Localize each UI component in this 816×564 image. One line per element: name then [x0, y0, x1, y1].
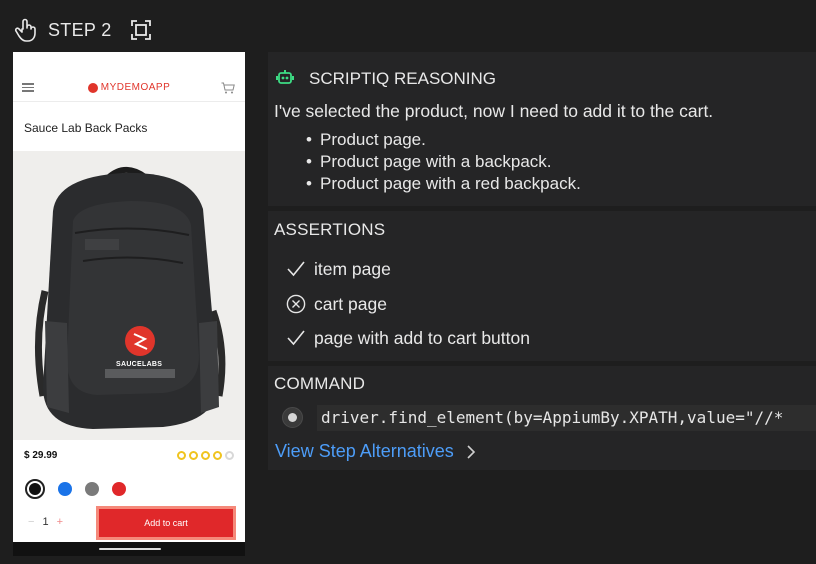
- assertion-item: cart page: [286, 292, 387, 316]
- list-item: Product page.: [306, 129, 581, 151]
- command-code: driver.find_element(by=AppiumBy.XPATH,va…: [317, 405, 816, 431]
- home-indicator[interactable]: [99, 548, 161, 550]
- chevron-right-icon[interactable]: [466, 444, 476, 459]
- product-price: $ 29.99: [24, 450, 58, 461]
- assertion-item: page with add to cart button: [286, 326, 530, 350]
- command-panel: COMMAND driver.find_element(by=AppiumBy.…: [268, 366, 816, 470]
- color-swatches: [25, 479, 126, 499]
- rating-star[interactable]: [189, 451, 198, 460]
- robot-icon: [276, 70, 294, 84]
- color-swatch[interactable]: [25, 479, 45, 499]
- assertions-panel: ASSERTIONS item page cart page page with…: [268, 211, 816, 361]
- cart-icon[interactable]: [221, 82, 235, 94]
- command-title: COMMAND: [274, 374, 366, 393]
- step-title: STEP 2: [48, 19, 112, 40]
- command-radio-button[interactable]: [282, 407, 303, 428]
- assertion-label: cart page: [314, 293, 387, 314]
- rating-star[interactable]: [213, 451, 222, 460]
- reasoning-bullets: Product page. Product page with a backpa…: [306, 129, 581, 195]
- backpack-patch-text: SAUCELABS: [116, 361, 163, 368]
- fullscreen-icon[interactable]: [130, 19, 152, 41]
- touch-hand-icon: [14, 18, 36, 42]
- step-header: STEP 2: [14, 14, 152, 46]
- rating-star[interactable]: [201, 451, 210, 460]
- reasoning-text: I've selected the product, now I need to…: [274, 101, 714, 121]
- backpack-image: [13, 151, 245, 440]
- product-title: Sauce Lab Back Packs: [24, 121, 148, 135]
- reasoning-panel: SCRIPTIQ REASONING I've selected the pro…: [268, 52, 816, 206]
- list-item: Product page with a red backpack.: [306, 173, 581, 195]
- android-nav-bar: [13, 542, 245, 556]
- quantity-minus-button[interactable]: −: [28, 516, 34, 528]
- device-screenshot: MYDEMOAPP Sauce Lab Back Packs SAUCELABS…: [13, 52, 245, 556]
- color-swatch[interactable]: [85, 482, 99, 496]
- checkmark-icon: [287, 330, 305, 346]
- assertions-title: ASSERTIONS: [274, 220, 386, 239]
- circle-x-icon: [286, 294, 306, 314]
- quantity-value: 1: [42, 516, 49, 528]
- checkmark-icon: [287, 261, 305, 277]
- list-item: Product page with a backpack.: [306, 151, 581, 173]
- app-logo: MYDEMOAPP: [87, 82, 171, 93]
- quantity-stepper: − 1 +: [28, 516, 63, 528]
- assertion-item: item page: [286, 257, 391, 281]
- color-swatch[interactable]: [58, 482, 72, 496]
- assertion-label: item page: [314, 258, 391, 279]
- add-to-cart-button[interactable]: Add to cart: [96, 506, 236, 540]
- assertion-label: page with add to cart button: [314, 327, 530, 348]
- color-swatch[interactable]: [112, 482, 126, 496]
- app-brand-text: MYDEMOAPP: [100, 82, 171, 93]
- saucelabs-logo-icon: [87, 82, 98, 93]
- quantity-plus-button[interactable]: +: [57, 516, 63, 528]
- product-rating[interactable]: [177, 451, 234, 460]
- reasoning-title: SCRIPTIQ REASONING: [309, 69, 497, 88]
- hamburger-menu-icon[interactable]: [22, 83, 34, 92]
- app-topbar: MYDEMOAPP: [13, 52, 245, 102]
- rating-star[interactable]: [177, 451, 186, 460]
- view-step-alternatives-link[interactable]: View Step Alternatives: [275, 441, 476, 462]
- rating-star[interactable]: [225, 451, 234, 460]
- view-step-alternatives-label[interactable]: View Step Alternatives: [275, 441, 454, 462]
- product-image: SAUCELABS: [13, 151, 245, 440]
